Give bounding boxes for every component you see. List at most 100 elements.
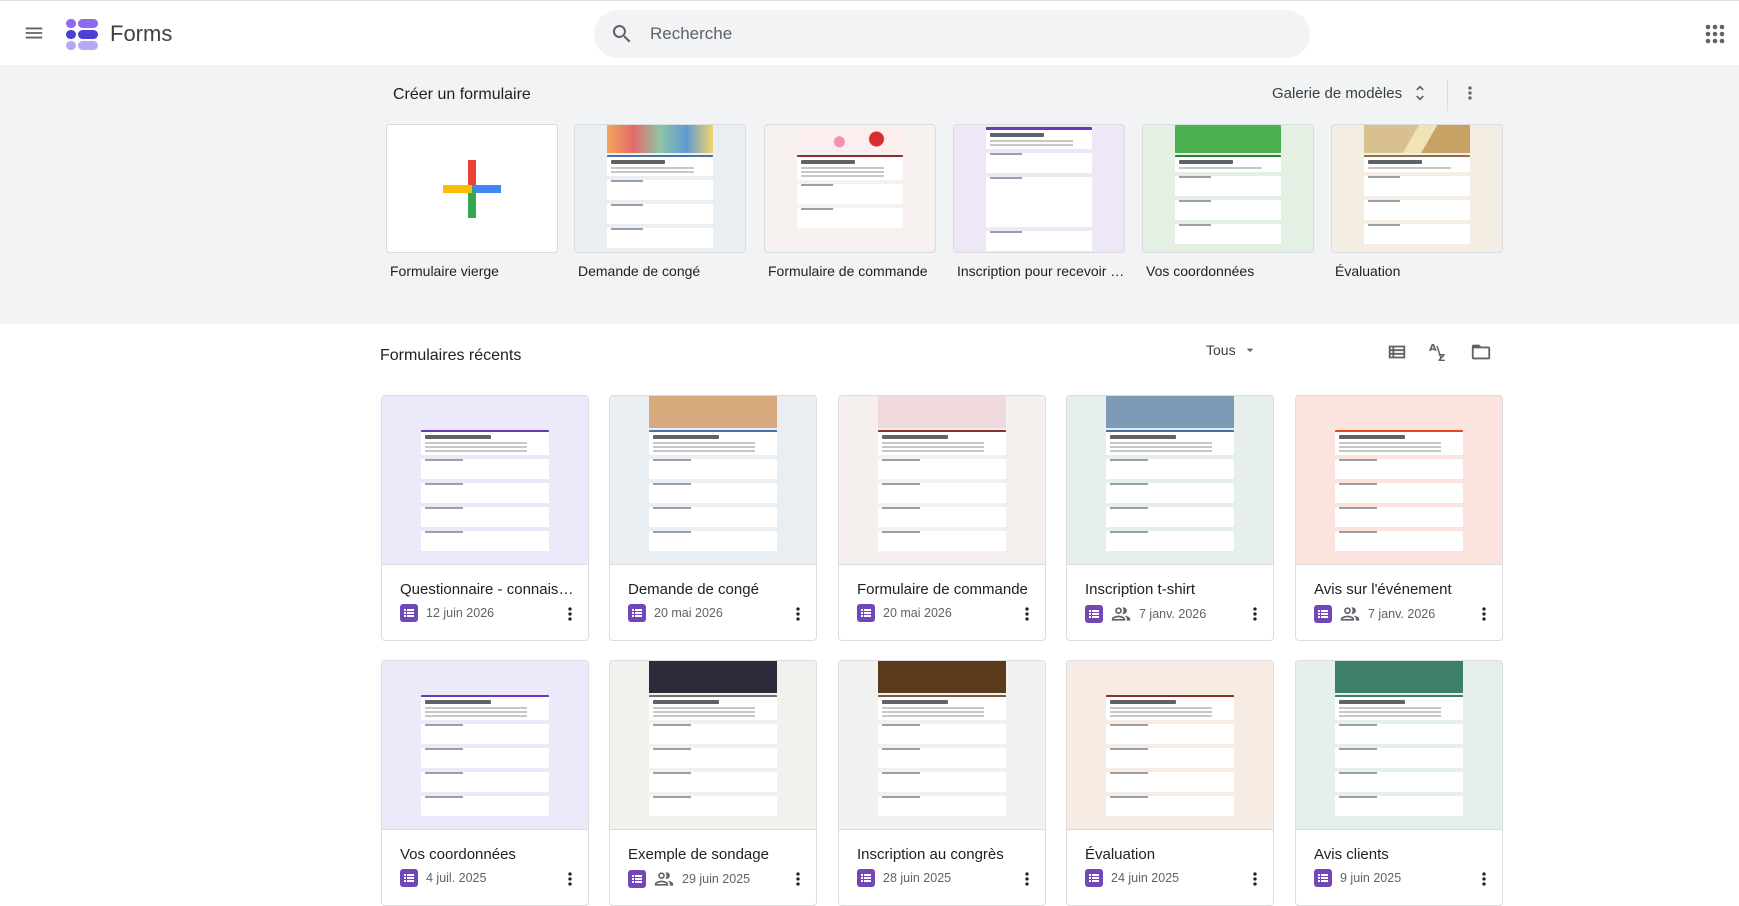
form-more-button[interactable]	[1243, 867, 1267, 891]
form-title: Inscription t-shirt	[1085, 581, 1196, 598]
form-date: 20 mai 2026	[883, 606, 952, 620]
template-thumbnail[interactable]	[764, 124, 936, 253]
more-vert-icon	[796, 607, 800, 621]
forms-file-icon	[628, 604, 646, 622]
form-card[interactable]: Vos coordonnées 4 juil. 2025	[381, 660, 589, 906]
hamburger-icon	[25, 27, 43, 39]
form-more-button[interactable]	[786, 867, 810, 891]
open-file-picker-button[interactable]	[1467, 338, 1495, 366]
form-title: Demande de congé	[628, 581, 759, 598]
form-card[interactable]: Avis sur l'événement 7 janv. 2026	[1295, 395, 1503, 641]
form-more-button[interactable]	[558, 602, 582, 626]
form-thumbnail[interactable]	[839, 396, 1045, 565]
form-title: Questionnaire - connaissances en géograp…	[400, 581, 578, 598]
form-more-button[interactable]	[786, 602, 810, 626]
template-blank[interactable]: Formulaire vierge	[386, 124, 558, 279]
form-more-button[interactable]	[1472, 602, 1496, 626]
form-more-button[interactable]	[1472, 867, 1496, 891]
template-evaluation[interactable]: Évaluation	[1331, 124, 1503, 279]
app-name[interactable]: Forms	[110, 21, 172, 47]
list-view-button[interactable]	[1383, 338, 1411, 366]
template-thumbnail[interactable]	[574, 124, 746, 253]
forms-file-icon	[400, 604, 418, 622]
folder-icon	[1471, 344, 1491, 360]
more-vert-icon	[568, 607, 572, 621]
caret-down-icon	[1246, 348, 1253, 352]
form-thumbnail[interactable]	[1067, 661, 1273, 830]
template-thumbnail[interactable]	[1142, 124, 1314, 253]
forms-file-icon	[400, 869, 418, 887]
view-options: AZ	[1383, 338, 1495, 366]
form-more-button[interactable]	[1243, 602, 1267, 626]
template-gallery: Créer un formulaire Galerie de modèles F…	[0, 65, 1739, 324]
form-thumbnail[interactable]	[1296, 396, 1502, 565]
form-meta: 7 janv. 2026	[1314, 604, 1435, 624]
template-leave-request[interactable]: Demande de congé	[574, 124, 746, 279]
template-label: Vos coordonnées	[1146, 263, 1255, 279]
template-thumbnail[interactable]	[386, 124, 558, 253]
form-card[interactable]: Formulaire de commande 20 mai 2026	[838, 395, 1046, 641]
form-date: 7 janv. 2026	[1368, 607, 1436, 621]
more-vert-icon	[1025, 872, 1029, 886]
template-gallery-button[interactable]: Galerie de modèles	[1272, 77, 1430, 109]
more-vert-icon	[1482, 607, 1486, 621]
form-thumbnail[interactable]	[382, 396, 588, 565]
more-vert-icon	[1468, 86, 1472, 100]
template-label: Évaluation	[1335, 263, 1401, 279]
form-date: 4 juil. 2025	[426, 871, 487, 885]
template-label: Formulaire vierge	[390, 263, 499, 279]
form-thumbnail[interactable]	[1296, 661, 1502, 830]
template-thumbnail[interactable]	[953, 124, 1125, 253]
search-bar[interactable]	[594, 10, 1310, 58]
form-thumbnail[interactable]	[610, 396, 816, 565]
sort-button[interactable]: AZ	[1425, 338, 1453, 366]
template-order-form[interactable]: Formulaire de commande	[764, 124, 936, 279]
template-thumbnail[interactable]	[1331, 124, 1503, 253]
template-tshirt[interactable]: Inscription pour recevoir un t-shirt	[953, 124, 1125, 279]
form-card[interactable]: Inscription au congrès 28 juin 2025	[838, 660, 1046, 906]
form-thumbnail[interactable]	[382, 661, 588, 830]
shared-people-icon	[1111, 607, 1131, 621]
sort-az-icon: AZ	[1429, 343, 1445, 364]
forms-file-icon	[1085, 605, 1103, 623]
form-title: Exemple de sondage	[628, 846, 769, 863]
template-label: Inscription pour recevoir un t-shirt	[957, 263, 1125, 279]
templates-title: Créer un formulaire	[393, 86, 531, 103]
form-date: 12 juin 2026	[426, 606, 495, 620]
template-contact-info[interactable]: Vos coordonnées	[1142, 124, 1314, 279]
form-more-button[interactable]	[558, 867, 582, 891]
form-more-button[interactable]	[1015, 867, 1039, 891]
main-menu-button[interactable]	[16, 15, 52, 51]
form-title: Évaluation	[1085, 846, 1156, 863]
form-date: 28 juin 2025	[883, 871, 952, 885]
plus-icon	[443, 159, 501, 218]
templates-more-button[interactable]	[1458, 77, 1482, 109]
form-card[interactable]: Inscription t-shirt 7 janv. 2026	[1066, 395, 1274, 641]
google-apps-button[interactable]	[1700, 19, 1730, 49]
form-card[interactable]: Avis clients 9 juin 2025	[1295, 660, 1503, 906]
search-icon[interactable]	[610, 22, 634, 46]
form-card[interactable]: Exemple de sondage 29 juin 2025	[609, 660, 817, 906]
form-card[interactable]: Questionnaire - connaissances en géograp…	[381, 395, 589, 641]
unfold-icon	[1416, 85, 1424, 101]
form-more-button[interactable]	[1015, 602, 1039, 626]
form-date: 24 juin 2025	[1111, 871, 1180, 885]
form-thumbnail[interactable]	[610, 661, 816, 830]
owner-filter-value: Tous	[1206, 342, 1236, 358]
more-vert-icon	[1482, 872, 1486, 886]
form-meta: 24 juin 2025	[1085, 869, 1179, 887]
form-meta: 12 juin 2026	[400, 604, 494, 622]
forms-logo-icon[interactable]	[64, 17, 100, 51]
form-card[interactable]: Demande de congé 20 mai 2026	[609, 395, 817, 641]
template-label: Demande de congé	[578, 263, 701, 279]
form-date: 7 janv. 2026	[1139, 607, 1207, 621]
form-meta: 4 juil. 2025	[400, 869, 486, 887]
more-vert-icon	[1253, 872, 1257, 886]
gallery-label: Galerie de modèles	[1272, 84, 1403, 102]
form-thumbnail[interactable]	[1067, 396, 1273, 565]
form-card[interactable]: Évaluation 24 juin 2025	[1066, 660, 1274, 906]
form-thumbnail[interactable]	[839, 661, 1045, 830]
owner-filter-dropdown[interactable]: Tous	[1206, 342, 1258, 358]
search-input[interactable]	[650, 10, 1290, 58]
form-meta: 20 mai 2026	[857, 604, 952, 622]
